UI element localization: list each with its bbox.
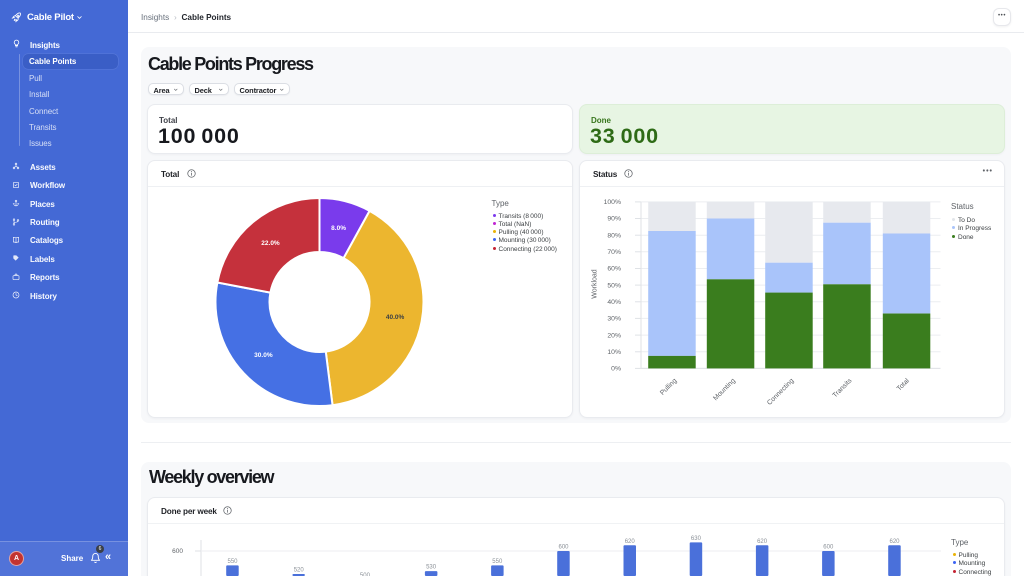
svg-text:40%: 40% (607, 299, 621, 306)
svg-text:Connecting: Connecting (766, 377, 795, 406)
svg-text:600: 600 (823, 545, 834, 551)
svg-text:620: 620 (625, 539, 636, 545)
svg-text:600: 600 (172, 548, 183, 555)
svg-text:20%: 20% (607, 332, 621, 339)
svg-text:70%: 70% (607, 249, 621, 256)
svg-text:Total: Total (896, 377, 911, 392)
svg-text:30%: 30% (607, 316, 621, 323)
svg-text:8.0%: 8.0% (331, 225, 346, 232)
svg-text:600: 600 (558, 545, 569, 551)
svg-text:22.0%: 22.0% (261, 240, 280, 247)
svg-text:100%: 100% (604, 199, 621, 206)
svg-text:10%: 10% (607, 349, 621, 356)
svg-text:0%: 0% (611, 366, 621, 373)
svg-text:Pulling: Pulling (659, 377, 679, 397)
svg-text:30.0%: 30.0% (254, 352, 273, 359)
svg-text:630: 630 (691, 536, 702, 542)
svg-text:Transits: Transits (832, 377, 854, 399)
svg-text:Mounting: Mounting (712, 377, 737, 402)
svg-text:Workload: Workload (592, 269, 599, 299)
svg-text:550: 550 (492, 559, 503, 565)
svg-text:550: 550 (227, 559, 238, 565)
svg-text:90%: 90% (607, 216, 621, 223)
svg-text:40.0%: 40.0% (386, 314, 405, 321)
svg-text:80%: 80% (607, 232, 621, 239)
svg-text:520: 520 (294, 568, 305, 574)
svg-text:50%: 50% (607, 282, 621, 289)
svg-text:60%: 60% (607, 266, 621, 273)
svg-text:620: 620 (757, 539, 768, 545)
svg-text:530: 530 (426, 565, 437, 571)
svg-text:620: 620 (889, 539, 900, 545)
